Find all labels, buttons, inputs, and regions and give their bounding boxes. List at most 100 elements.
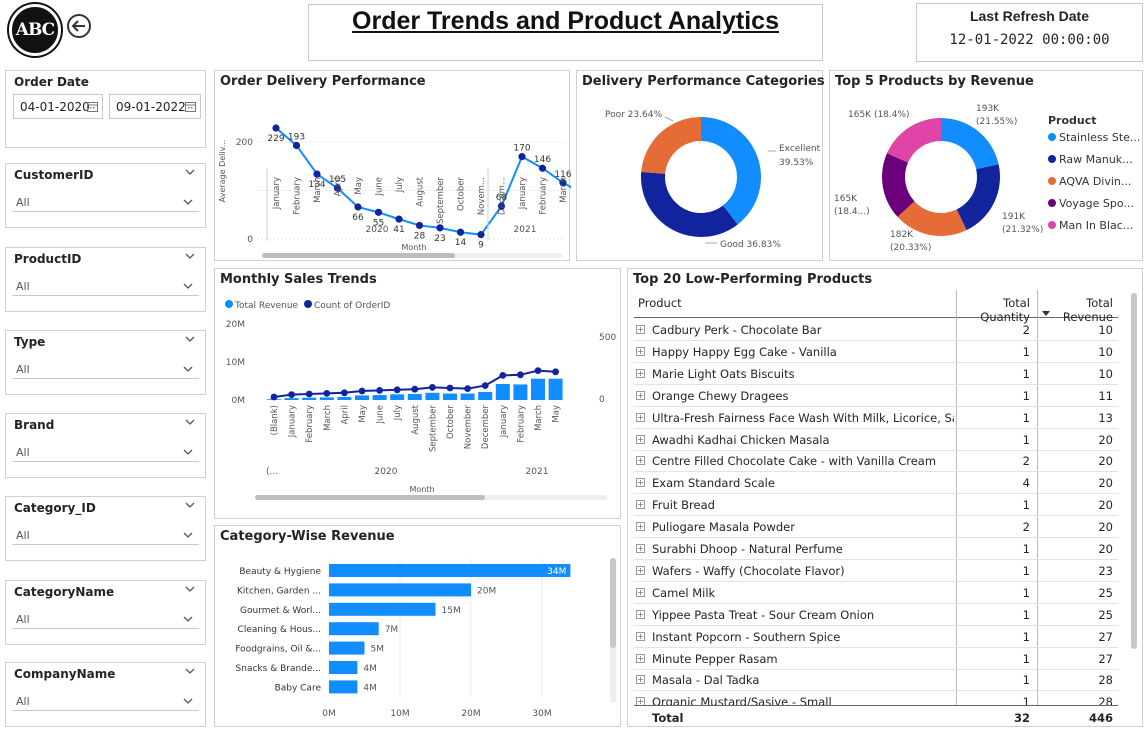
donut-label: 165K (18.4%) <box>848 110 910 120</box>
data-point <box>374 208 383 216</box>
table-row[interactable]: + Minute Pepper Rasam 1 27 <box>634 648 1118 670</box>
product-name: Marie Light Oats Biscuits <box>652 366 795 381</box>
year-label: 2021 <box>526 467 549 477</box>
product-name: Surabhi Dhoop - Natural Perfume <box>652 542 843 556</box>
data-label: 28 <box>414 231 426 241</box>
date-from-input[interactable]: 04-01-2020 <box>13 94 103 119</box>
data-point <box>358 387 366 395</box>
slicer-label: Category_ID <box>14 501 96 515</box>
chevron-down-icon[interactable] <box>185 336 195 343</box>
calendar-icon[interactable] <box>185 101 196 112</box>
data-point <box>272 124 280 132</box>
bar <box>478 392 493 400</box>
slicer-dropdown[interactable]: All <box>12 607 199 629</box>
chevron-down-icon[interactable] <box>183 199 193 206</box>
data-point <box>436 224 444 232</box>
product-revenue: 10 <box>1098 344 1113 359</box>
data-point <box>517 371 524 379</box>
x-tick-label: October <box>457 177 467 212</box>
chevron-down-icon[interactable] <box>185 169 195 176</box>
legend-item: Man In Blac... <box>1059 219 1133 232</box>
date-to-input[interactable]: 09-01-2022 <box>109 94 201 119</box>
x-tick-label: October <box>446 405 456 440</box>
chevron-down-icon[interactable] <box>183 698 193 705</box>
x-tick-label: January <box>518 177 528 210</box>
bar <box>337 396 352 400</box>
bar <box>329 564 571 577</box>
data-point <box>552 368 559 376</box>
table-row[interactable]: + Marie Light Oats Biscuits 1 10 <box>634 363 1118 385</box>
table-row[interactable]: + Wafers - Waffy (Chocolate Flavor) 1 23 <box>634 560 1118 582</box>
table-row[interactable]: + Fruit Bread 1 20 <box>634 494 1118 517</box>
slicer-categoryname: CategoryName All <box>5 580 206 645</box>
product-name: Masala - Dal Tadka <box>652 673 760 688</box>
donut-label: 193K <box>976 104 1000 114</box>
x-tick-label: February <box>293 177 303 215</box>
slicer-label: CustomerID <box>14 168 94 182</box>
chevron-down-icon[interactable] <box>183 532 193 539</box>
donut-slice <box>641 171 738 237</box>
low-products-card: Top 20 Low-Performing Products Product T… <box>627 268 1143 727</box>
monthly-combo-chart[interactable]: Total Revenue Count of OrderID 20M 10M 0M 500… <box>215 269 622 520</box>
slicer-brand: Brand All <box>5 413 206 478</box>
y-tick-label: 500 <box>599 333 616 343</box>
bar <box>329 602 436 616</box>
chevron-down-icon[interactable] <box>183 283 193 290</box>
product-name: Fruit Bread <box>652 498 715 513</box>
table-row[interactable]: + Masala - Dal Tadka 1 28 <box>634 669 1118 692</box>
refresh-card: Last Refresh Date 12-01-2022 00:00:00 <box>916 3 1143 62</box>
product-name: Minute Pepper Rasam <box>652 651 778 666</box>
slicer-dropdown[interactable]: All <box>12 440 199 462</box>
slicer-dropdown[interactable]: All <box>12 274 199 296</box>
chevron-down-icon[interactable] <box>185 586 195 593</box>
col-product[interactable]: Product <box>634 290 954 310</box>
back-arrow-icon[interactable] <box>66 13 92 39</box>
slicer-dropdown[interactable]: All <box>12 190 199 212</box>
table-row[interactable]: + Cadbury Perk - Chocolate Bar 2 10 <box>634 319 1118 341</box>
table-row[interactable]: + Puliogare Masala Powder 2 20 <box>634 516 1118 539</box>
table-row[interactable]: + Surabhi Dhoop - Natural Perfume 1 20 <box>634 538 1118 560</box>
x-tick-label: March <box>534 405 544 431</box>
x-tick-label: January <box>499 405 509 438</box>
table-row[interactable]: + Instant Popcorn - Southern Spice 1 27 <box>634 626 1118 648</box>
chevron-down-icon[interactable] <box>185 502 195 509</box>
y-tick-label: Snacks & Brande... <box>236 664 321 674</box>
slicer-dropdown[interactable]: All <box>12 523 199 545</box>
product-name: Centre Filled Chocolate Cake - with Vani… <box>652 454 937 469</box>
table-row[interactable]: + Exam Standard Scale 4 20 <box>634 472 1118 495</box>
product-name: Instant Popcorn - Southern Spice <box>652 629 841 644</box>
table-row[interactable]: + Orange Chewy Dragees 1 11 <box>634 385 1118 407</box>
table-row[interactable]: + Awadhi Kadhai Chicken Masala 1 20 <box>634 429 1118 451</box>
table-row[interactable]: + Ultra-Fresh Fairness Face Wash With Mil… <box>634 407 1118 429</box>
chevron-down-icon[interactable] <box>185 419 195 426</box>
chevron-down-icon[interactable] <box>183 366 193 373</box>
slicer-dropdown[interactable]: All <box>12 689 199 711</box>
chevron-down-icon[interactable] <box>185 668 195 675</box>
product-revenue: 11 <box>1098 388 1113 403</box>
calendar-icon[interactable] <box>87 101 98 112</box>
delivery-line-chart[interactable]: Average Deliv... 2000229 193134 10566554128… <box>215 71 571 262</box>
table-scrollbar[interactable] <box>1131 293 1137 649</box>
table-row[interactable]: + Centre Filled Chocolate Cake - with Van… <box>634 450 1118 473</box>
category-bar-chart[interactable]: 0M 10M 20M 30M Beauty & Hygiene 34M Kitchen, G… <box>215 526 622 728</box>
chevron-down-icon[interactable] <box>183 449 193 456</box>
table-row[interactable]: + Happy Happy Egg Cake - Vanilla 1 10 <box>634 341 1118 363</box>
slicer-dropdown[interactable]: All <box>12 357 199 379</box>
table-row[interactable]: + Camel Milk 1 25 <box>634 582 1118 604</box>
bar <box>531 378 545 400</box>
product-quantity: 1 <box>1022 607 1030 622</box>
data-point <box>415 221 424 230</box>
x-tick-label: 20M <box>461 709 480 719</box>
table-row[interactable]: + Yippee Pasta Treat - Sour Cream Onion 1 2… <box>634 604 1118 626</box>
product-quantity: 4 <box>1022 476 1030 491</box>
product-revenue: 10 <box>1098 323 1113 337</box>
chevron-down-icon[interactable] <box>183 616 193 623</box>
product-name: Puliogare Masala Powder <box>652 520 795 535</box>
delivery-categories-donut[interactable]: Excellent 39.53% Good 36.83% Poor 23.64% <box>577 71 824 262</box>
product-revenue: 27 <box>1098 651 1113 666</box>
total-revenue: 446 <box>1088 711 1113 725</box>
data-point <box>446 384 454 392</box>
y-axis-label: Average Deliv... <box>218 140 227 203</box>
top5-products-donut[interactable]: 193K (21.55%) 191K (21.32%) 182K (20.33%) 165K… <box>830 71 1144 262</box>
chevron-down-icon[interactable] <box>185 253 195 260</box>
